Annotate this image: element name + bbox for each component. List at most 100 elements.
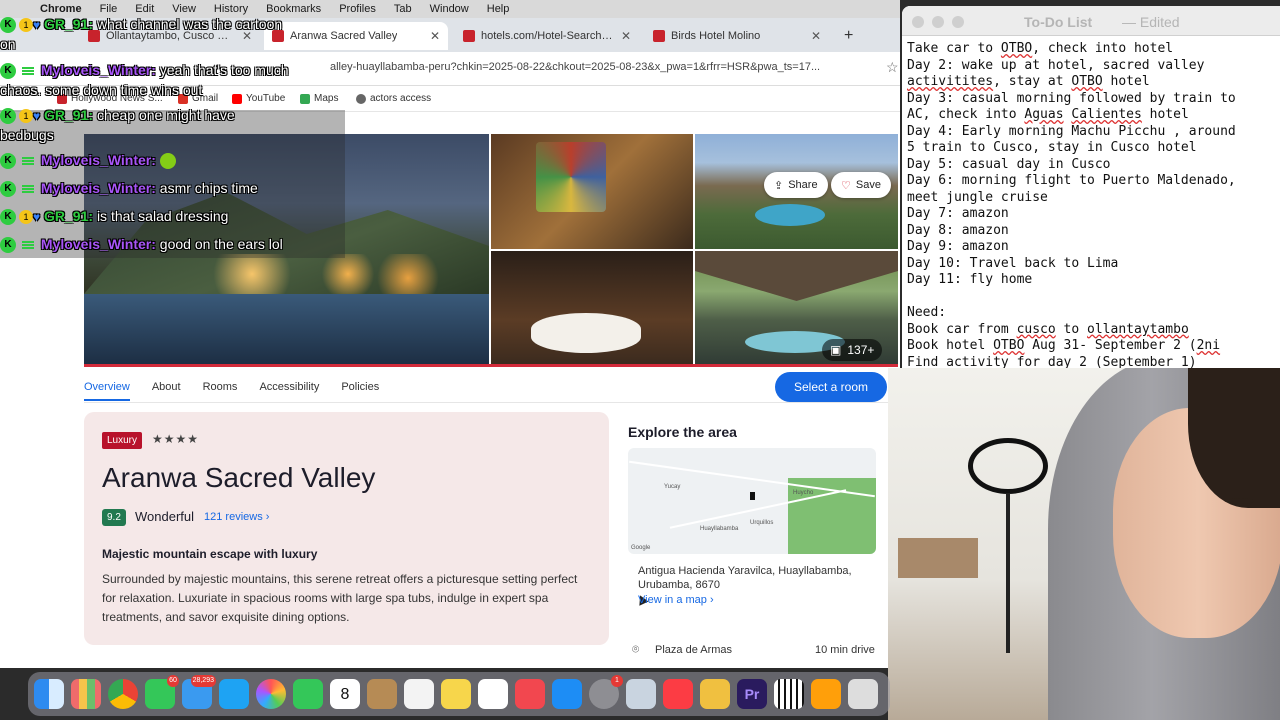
chat-text: what channel was the cartoon [96, 16, 283, 32]
messages-badge: 60 [167, 675, 179, 687]
facetime-icon[interactable] [293, 679, 323, 709]
freeform-icon[interactable] [478, 679, 508, 709]
menu-window[interactable]: Window [430, 3, 469, 15]
menu-profiles[interactable]: Profiles [339, 3, 376, 15]
tab-overview[interactable]: Overview [84, 381, 130, 401]
pineapple-icon[interactable] [700, 679, 730, 709]
piano-icon[interactable] [774, 679, 804, 709]
menu-view[interactable]: View [172, 3, 196, 15]
minimize-window-icon[interactable] [932, 16, 944, 28]
close-tab-icon[interactable]: ✕ [430, 29, 440, 43]
finder-icon[interactable] [34, 679, 64, 709]
misc-app-icon[interactable] [848, 679, 878, 709]
chat-message: K 1 ♥ GR_91: what channel was the cartoon [0, 16, 283, 34]
tab-accessibility[interactable]: Accessibility [259, 381, 319, 393]
address-bar[interactable]: alley-huayllabamba-peru?chkin=2025-08-22… [330, 61, 875, 73]
menu-tab[interactable]: Tab [394, 3, 412, 15]
mail-icon[interactable]: 28,293 [182, 675, 216, 709]
zoom-window-icon[interactable] [952, 16, 964, 28]
poi-distance: 10 min drive [815, 644, 875, 656]
tab-rooms[interactable]: Rooms [203, 381, 238, 393]
divider [84, 402, 898, 403]
reminders-icon[interactable] [404, 679, 434, 709]
poi-name: Plaza de Armas [655, 644, 733, 656]
bookmark-star-icon[interactable]: ☆ [886, 59, 899, 76]
heart-icon: ♡ [841, 179, 851, 192]
tab-hotel-search[interactable]: hotels.com/Hotel-Search?de ✕ [455, 22, 639, 50]
photo-count: 137+ [847, 343, 875, 357]
todo-line: Day 8: amazon [907, 222, 1009, 238]
kick-badge-icon: K [0, 209, 16, 226]
system-settings-icon[interactable]: 1 [589, 675, 623, 709]
sub-bars-icon [22, 185, 34, 194]
bookmark-label: Maps [314, 93, 339, 104]
news-icon[interactable] [515, 679, 545, 709]
streamer-eye [1228, 498, 1254, 504]
kick-badge-icon: K [0, 17, 16, 34]
close-tab-icon[interactable]: ✕ [621, 29, 631, 43]
settings-badge: 1 [611, 675, 623, 687]
notes-icon[interactable] [441, 679, 471, 709]
mail-badge: 28,293 [190, 675, 216, 687]
photo-count-button[interactable]: ▣ 137+ [822, 339, 883, 361]
select-room-button[interactable]: Select a room [775, 372, 887, 402]
todo-titlebar[interactable]: To-Do List — Edited [902, 6, 1280, 36]
chat-text: good on the ears lol [159, 236, 283, 252]
new-tab-button[interactable]: + [836, 22, 860, 50]
menu-chrome[interactable]: Chrome [40, 3, 82, 15]
map-label: Huycho [793, 490, 814, 496]
bookmark-actors-access[interactable]: actors access [356, 93, 431, 104]
chat-username: GR_91: [44, 16, 94, 32]
stained-glass [536, 142, 606, 212]
chrome-icon[interactable] [108, 679, 138, 709]
chat-message: K 1 ♥ GR_91: is that salad dressing [0, 208, 228, 226]
menu-file[interactable]: File [100, 3, 118, 15]
tab-about[interactable]: About [152, 381, 181, 393]
kick-badge-icon: K [0, 153, 16, 170]
close-tab-icon[interactable]: ✕ [811, 29, 821, 43]
calendar-icon[interactable]: 8 [330, 679, 360, 709]
todo-text-area[interactable]: Take car to OTBO, check into hotel Day 2:… [907, 41, 1277, 368]
reviews-link[interactable]: 121 reviews › [204, 511, 269, 523]
premiere-icon[interactable]: Pr [737, 679, 767, 709]
hotel-address: Antigua Hacienda Yaravilca, Huayllabamba… [638, 565, 852, 591]
bookmark-label: YouTube [246, 93, 286, 104]
music-icon[interactable] [663, 679, 693, 709]
messages-icon[interactable]: 60 [145, 675, 179, 709]
menu-edit[interactable]: Edit [135, 3, 154, 15]
view-map-link[interactable]: View in a map › [638, 594, 714, 606]
photo-lobby[interactable] [491, 134, 693, 249]
launchpad-icon[interactable] [71, 679, 101, 709]
close-window-icon[interactable] [912, 16, 924, 28]
chat-message: K Myloveis_Winter: asmr chips time [0, 180, 258, 198]
share-button[interactable]: ⇪ Share [764, 172, 828, 198]
pages-icon[interactable] [811, 679, 841, 709]
todo-line: Day 7: amazon [907, 206, 1009, 221]
tab-policies[interactable]: Policies [341, 381, 379, 393]
area-map[interactable]: Yucay Huayllabamba Huycho Urquillos Goog… [628, 448, 876, 554]
chat-text: asmr chips time [159, 180, 258, 196]
photo-dining[interactable] [491, 251, 693, 366]
todo-line: activitites, stay at OTBO hotel [907, 74, 1150, 89]
tab-aranwa[interactable]: Aranwa Sacred Valley ✕ [264, 22, 448, 50]
chat-username: GR_91: [44, 208, 94, 224]
tab-birds-hotel[interactable]: Birds Hotel Molino ✕ [645, 22, 829, 50]
chat-message: K Myloveis_Winter: yeah that's too much [0, 62, 289, 80]
save-button[interactable]: ♡ Save [831, 172, 891, 198]
safari-icon[interactable] [219, 679, 249, 709]
appstore-icon[interactable] [552, 679, 582, 709]
photos-icon[interactable] [256, 679, 286, 709]
menu-history[interactable]: History [214, 3, 248, 15]
bookmark-youtube[interactable]: YouTube [232, 93, 285, 104]
contacts-icon[interactable] [367, 679, 397, 709]
hotel-description: Surrounded by majestic mountains, this s… [102, 572, 578, 624]
bookmark-maps[interactable]: Maps [300, 93, 338, 104]
map-label: Huayllabamba [700, 526, 739, 532]
webcam-feed [888, 368, 1280, 720]
menu-help[interactable]: Help [487, 3, 510, 15]
preview-icon[interactable] [626, 679, 656, 709]
menu-bookmarks[interactable]: Bookmarks [266, 3, 321, 15]
todo-line: Book hotel OTBO Aug 31- September 2 (2ni [907, 338, 1221, 353]
emote-icon [159, 153, 176, 170]
chevron-right-icon: › [709, 594, 714, 606]
